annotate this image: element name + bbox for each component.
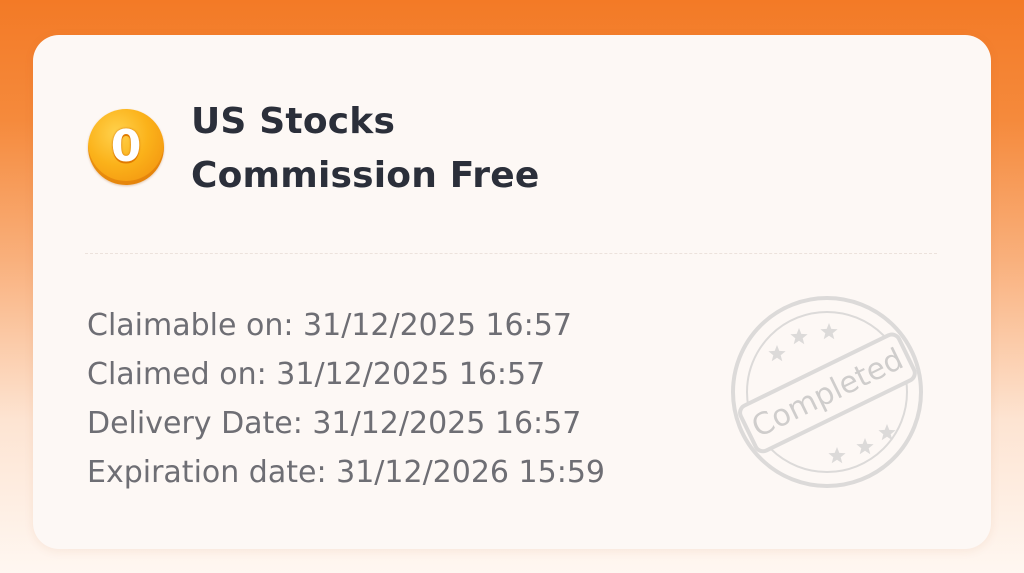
coin-icon: 0 <box>88 109 164 185</box>
coin-glyph: 0 <box>110 121 142 172</box>
completed-stamp-icon: Completed <box>731 296 923 488</box>
detail-expiration-date: Expiration date: 31/12/2026 15:59 <box>87 448 605 497</box>
coupon-title-line2: Commission Free <box>191 155 540 196</box>
detail-label: Claimed on: <box>87 357 267 392</box>
coupon-title: US Stocks Commission Free <box>191 95 539 203</box>
detail-value: 31/12/2025 16:57 <box>312 406 582 441</box>
detail-value: 31/12/2025 16:57 <box>303 308 572 343</box>
detail-label: Expiration date: <box>87 455 327 490</box>
detail-label: Delivery Date: <box>87 406 303 441</box>
divider <box>85 253 937 254</box>
detail-value: 31/12/2025 16:57 <box>276 357 546 392</box>
detail-claimed-on: Claimed on: 31/12/2025 16:57 <box>87 350 605 399</box>
detail-claimable-on: Claimable on: 31/12/2025 16:57 <box>87 301 605 350</box>
detail-label: Claimable on: <box>87 308 294 343</box>
detail-value: 31/12/2026 15:59 <box>336 455 606 490</box>
coupon-title-line1: US Stocks <box>191 101 396 142</box>
coupon-details: Claimable on: 31/12/2025 16:57 Claimed o… <box>87 301 605 497</box>
coupon-card[interactable]: 0 US Stocks Commission Free Claimable on… <box>33 35 991 549</box>
detail-delivery-date: Delivery Date: 31/12/2025 16:57 <box>87 399 605 448</box>
